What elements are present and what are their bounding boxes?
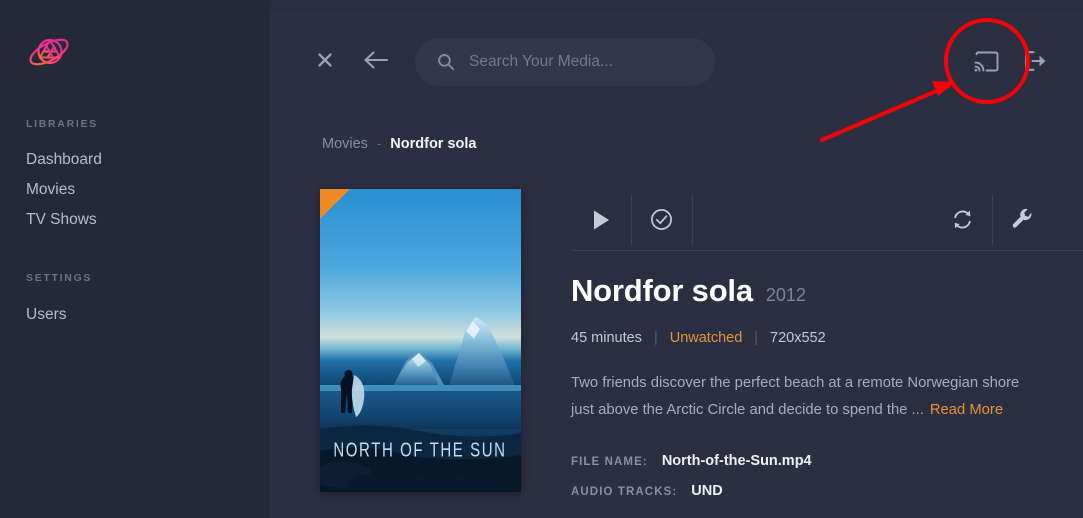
detail-column: Nordfor sola 2012 45 minutes | Unwatched…	[571, 170, 1083, 518]
read-more-link[interactable]: Read More	[930, 402, 1003, 418]
breadcrumb: Movies - Nordfor sola	[322, 137, 476, 152]
duration-text: 45 minutes	[571, 330, 642, 346]
play-button[interactable]	[571, 189, 631, 250]
status-badge[interactable]: Unwatched	[670, 331, 743, 346]
sidebar-item-tv-shows[interactable]: TV Shows	[26, 212, 97, 228]
back-arrow-icon[interactable]	[362, 46, 390, 74]
file-name-label: FILE NAME:	[571, 456, 648, 468]
search-icon	[437, 53, 455, 71]
sidebar-item-movies[interactable]: Movies	[26, 182, 75, 198]
logout-icon[interactable]	[1022, 47, 1050, 75]
aperture-planet-logo-icon[interactable]	[26, 30, 72, 76]
movie-poster[interactable]: NORTH OF THE SUN	[320, 189, 521, 492]
svg-text:NORTH OF THE SUN: NORTH OF THE SUN	[333, 438, 506, 461]
refresh-metadata-icon[interactable]	[932, 189, 992, 250]
summary-block: Two friends discover the perfect beach a…	[571, 370, 1041, 424]
info-row-audio-tracks: AUDIO TRACKS: UND	[571, 483, 723, 499]
detail-content: NORTH OF THE SUN Nordfor sola 2012 45 mi…	[270, 170, 1083, 518]
meta-separator: |	[653, 330, 658, 346]
info-row-file-name: FILE NAME: North-of-the-Sun.mp4	[571, 453, 812, 469]
header-bar	[270, 11, 1083, 103]
resolution-text: 720x552	[770, 330, 826, 346]
sidebar-item-users[interactable]: Users	[26, 307, 66, 323]
audio-tracks-label: AUDIO TRACKS:	[571, 486, 678, 498]
meta-row: 45 minutes | Unwatched | 720x552	[571, 331, 826, 346]
sidebar-section-title-settings: SETTINGS	[26, 272, 93, 284]
app-root: LIBRARIES Dashboard Movies TV Shows SETT…	[0, 0, 1083, 518]
meta-separator: |	[754, 330, 759, 346]
toolbar-separator	[692, 195, 693, 245]
mark-watched-check-icon[interactable]	[631, 189, 691, 250]
page-title: Nordfor sola	[571, 273, 753, 308]
sidebar-item-dashboard[interactable]: Dashboard	[26, 152, 102, 168]
main-content: Movies - Nordfor sola	[270, 0, 1083, 518]
audio-tracks-value: UND	[691, 483, 723, 499]
top-strip	[270, 0, 1083, 11]
breadcrumb-parent-movies[interactable]: Movies	[322, 137, 368, 152]
search-bar[interactable]	[415, 38, 715, 86]
close-icon[interactable]	[312, 47, 338, 73]
sidebar-section-title-libraries: LIBRARIES	[26, 118, 98, 130]
breadcrumb-current: Nordfor sola	[390, 136, 477, 152]
sidebar: LIBRARIES Dashboard Movies TV Shows SETT…	[0, 0, 270, 518]
title-row: Nordfor sola 2012	[571, 275, 806, 306]
file-name-value: North-of-the-Sun.mp4	[661, 453, 812, 469]
breadcrumb-separator: -	[376, 136, 382, 151]
search-input[interactable]	[469, 53, 715, 71]
wrench-tools-icon[interactable]	[992, 189, 1052, 250]
release-year: 2012	[765, 285, 806, 305]
chromecast-icon[interactable]	[973, 47, 1001, 75]
action-toolbar	[571, 189, 1083, 251]
